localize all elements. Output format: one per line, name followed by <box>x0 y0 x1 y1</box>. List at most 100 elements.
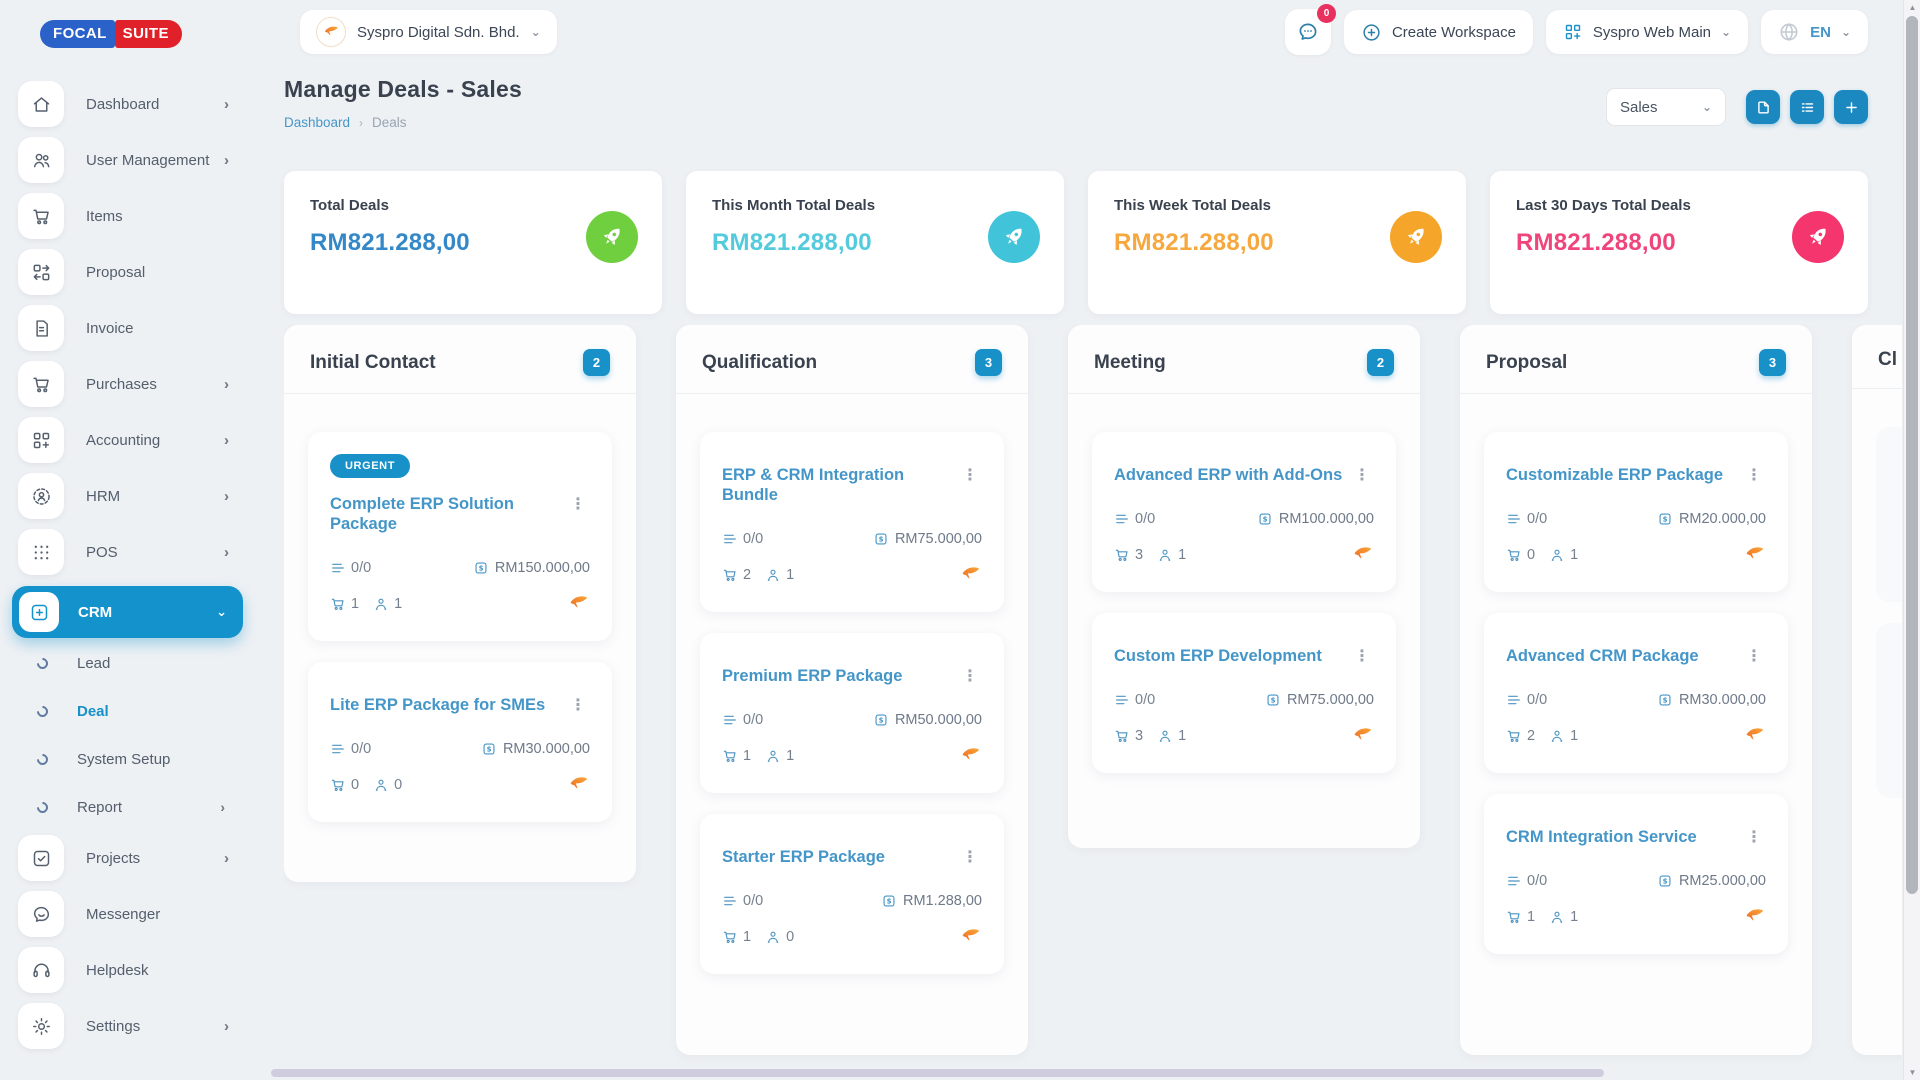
tasks-list-icon <box>1114 692 1130 708</box>
breadcrumb-dashboard-link[interactable]: Dashboard <box>284 115 350 130</box>
kebab-menu-icon[interactable]: ⋮ <box>1742 466 1766 486</box>
deal-title-link[interactable]: Advanced CRM Package <box>1506 647 1699 667</box>
workspace-selector[interactable]: Syspro Digital Sdn. Bhd. ⌄ <box>300 10 557 54</box>
deal-card[interactable]: Premium ERP Package ⋮ 0/0 $RM50.000,00 1… <box>700 633 1004 793</box>
workspace-name: Syspro Digital Sdn. Bhd. <box>357 24 520 41</box>
deal-products-count: 3 <box>1114 728 1143 744</box>
deal-title-link[interactable]: Customizable ERP Package <box>1506 466 1723 486</box>
svg-text:$: $ <box>1663 877 1668 885</box>
deal-title-link[interactable]: ERP & CRM Integration Bundle <box>722 466 958 506</box>
sidebar-item-helpdesk[interactable]: Helpdesk <box>18 948 241 992</box>
deal-title-link[interactable]: CRM Integration Service <box>1506 828 1697 848</box>
sidebar-subitem-deal[interactable]: Deal <box>18 692 241 730</box>
sidebar-subitem-label: System Setup <box>77 751 241 768</box>
deal-title-link[interactable]: Custom ERP Development <box>1114 647 1322 667</box>
sidebar-nav: Dashboard › User Management › Items Prop… <box>0 82 255 1048</box>
deal-title-link[interactable]: Lite ERP Package for SMEs <box>330 696 545 716</box>
kebab-menu-icon[interactable]: ⋮ <box>958 667 982 687</box>
focal-suite-logo[interactable]: FOCAL SUITE <box>40 20 182 48</box>
sidebar-item-settings[interactable]: Settings › <box>18 1004 241 1048</box>
chat-bubble-icon <box>1296 20 1320 44</box>
sidebar-subitem-lead[interactable]: Lead <box>18 644 241 682</box>
deal-title-link[interactable]: Starter ERP Package <box>722 848 885 868</box>
deal-card[interactable]: Advanced ERP with Add-Ons ⋮ 0/0 $RM100.0… <box>1092 432 1396 592</box>
deal-card[interactable]: Lite ERP Package for SMEs ⋮ 0/0 $RM30.00… <box>308 662 612 822</box>
kebab-menu-icon[interactable]: ⋮ <box>566 696 590 716</box>
deal-title-link[interactable]: Complete ERP Solution Package <box>330 495 566 535</box>
sidebar-item-hrm[interactable]: HRM › <box>18 474 241 518</box>
sidebar-item-pos[interactable]: POS › <box>18 530 241 574</box>
tasks-list-icon <box>330 741 346 757</box>
deal-card[interactable]: Custom ERP Development ⋮ 0/0 $RM75.000,0… <box>1092 613 1396 773</box>
sidebar-item-messenger[interactable]: Messenger <box>18 892 241 936</box>
kebab-menu-icon[interactable]: ⋮ <box>1350 466 1374 486</box>
kebab-menu-icon[interactable]: ⋮ <box>958 848 982 868</box>
list-icon <box>1799 99 1816 116</box>
horizontal-scrollbar-thumb[interactable] <box>271 1069 1604 1077</box>
app-root: FOCAL SUITE Dashboard › User Management … <box>0 0 1920 1080</box>
syspro-swoosh-icon <box>960 926 982 948</box>
deal-card[interactable]: Advanced CRM Package ⋮ 0/0 $RM30.000,00 … <box>1484 613 1788 773</box>
sidebar-item-projects[interactable]: Projects › <box>18 836 241 880</box>
chevron-down-icon: ⌄ <box>1721 25 1731 39</box>
sidebar-item-label: User Management <box>86 152 224 169</box>
summary-card: Last 30 Days Total Deals RM821.288,00 <box>1490 171 1868 314</box>
deal-card[interactable]: Starter ERP Package ⋮ 0/0 $RM1.288,00 1 … <box>700 814 1004 974</box>
projects-icon <box>18 835 64 881</box>
sidebar-item-proposal[interactable]: Proposal <box>18 250 241 294</box>
sidebar-subitem-report[interactable]: Report › <box>18 788 241 826</box>
money-icon: $ <box>1657 511 1673 527</box>
syspro-swoosh-icon <box>960 745 982 767</box>
user-share-icon <box>373 596 389 612</box>
create-workspace-button[interactable]: Create Workspace <box>1344 10 1533 54</box>
pipeline-select[interactable]: Sales ⌄ <box>1606 88 1726 126</box>
list-view-button[interactable] <box>1790 90 1824 124</box>
deal-card[interactable]: CRM Integration Service ⋮ 0/0 $RM25.000,… <box>1484 794 1788 954</box>
deal-users-count: 0 <box>765 929 794 945</box>
chat-button[interactable]: 0 <box>1285 9 1331 55</box>
deal-users-count: 1 <box>765 567 794 583</box>
sidebar-item-items[interactable]: Items <box>18 194 241 238</box>
kebab-menu-icon[interactable]: ⋮ <box>566 495 590 515</box>
cart-icon <box>1114 547 1130 563</box>
deal-card[interactable]: Customizable ERP Package ⋮ 0/0 $RM20.000… <box>1484 432 1788 592</box>
kebab-menu-icon[interactable]: ⋮ <box>1742 828 1766 848</box>
app-menu-selector[interactable]: Syspro Web Main ⌄ <box>1546 10 1748 54</box>
sidebar-item-crm[interactable]: CRM ⌄ <box>12 586 243 638</box>
kebab-menu-icon[interactable]: ⋮ <box>958 466 982 486</box>
sidebar-item-user-management[interactable]: User Management › <box>18 138 241 182</box>
sidebar-subitem-system-setup[interactable]: System Setup <box>18 740 241 778</box>
cart-icon <box>1114 728 1130 744</box>
deal-card[interactable]: URGENT Complete ERP Solution Package ⋮ 0… <box>308 432 612 641</box>
summary-card-label: This Month Total Deals <box>712 197 1038 214</box>
sidebar-item-invoice[interactable]: Invoice <box>18 306 241 350</box>
vertical-scrollbar[interactable]: ▲ ▼ <box>1903 0 1920 1080</box>
deal-title-link[interactable]: Premium ERP Package <box>722 667 902 687</box>
deal-title-link[interactable]: Advanced ERP with Add-Ons <box>1114 466 1342 486</box>
column-title: Initial Contact <box>310 352 436 374</box>
column-title: Proposal <box>1486 352 1567 374</box>
sidebar-item-accounting[interactable]: Accounting › <box>18 418 241 462</box>
kanban-column-cl: Cl <box>1852 325 1902 1055</box>
language-selector[interactable]: EN ⌄ <box>1761 10 1868 54</box>
deal-tasks: 0/0 <box>1114 511 1155 527</box>
kebab-menu-icon[interactable]: ⋮ <box>1350 647 1374 667</box>
money-icon: $ <box>873 712 889 728</box>
sidebar-item-label: Settings <box>86 1018 224 1035</box>
kebab-menu-icon[interactable]: ⋮ <box>1742 647 1766 667</box>
scroll-up-icon[interactable]: ▲ <box>1904 3 1920 12</box>
tasks-list-icon <box>1506 511 1522 527</box>
deal-products-count: 1 <box>722 748 751 764</box>
user-share-icon <box>373 777 389 793</box>
sidebar-item-purchases[interactable]: Purchases › <box>18 362 241 406</box>
deal-users-count: 0 <box>373 777 402 793</box>
deal-value: $RM50.000,00 <box>873 712 982 728</box>
deal-value: $RM20.000,00 <box>1657 511 1766 527</box>
vertical-scrollbar-thumb[interactable] <box>1906 16 1918 894</box>
scroll-down-icon[interactable]: ▼ <box>1904 1068 1920 1077</box>
sidebar-item-dashboard[interactable]: Dashboard › <box>18 82 241 126</box>
deal-card[interactable]: ERP & CRM Integration Bundle ⋮ 0/0 $RM75… <box>700 432 1004 612</box>
export-button[interactable] <box>1746 90 1780 124</box>
rocket-icon <box>586 211 638 263</box>
add-deal-button[interactable] <box>1834 90 1868 124</box>
